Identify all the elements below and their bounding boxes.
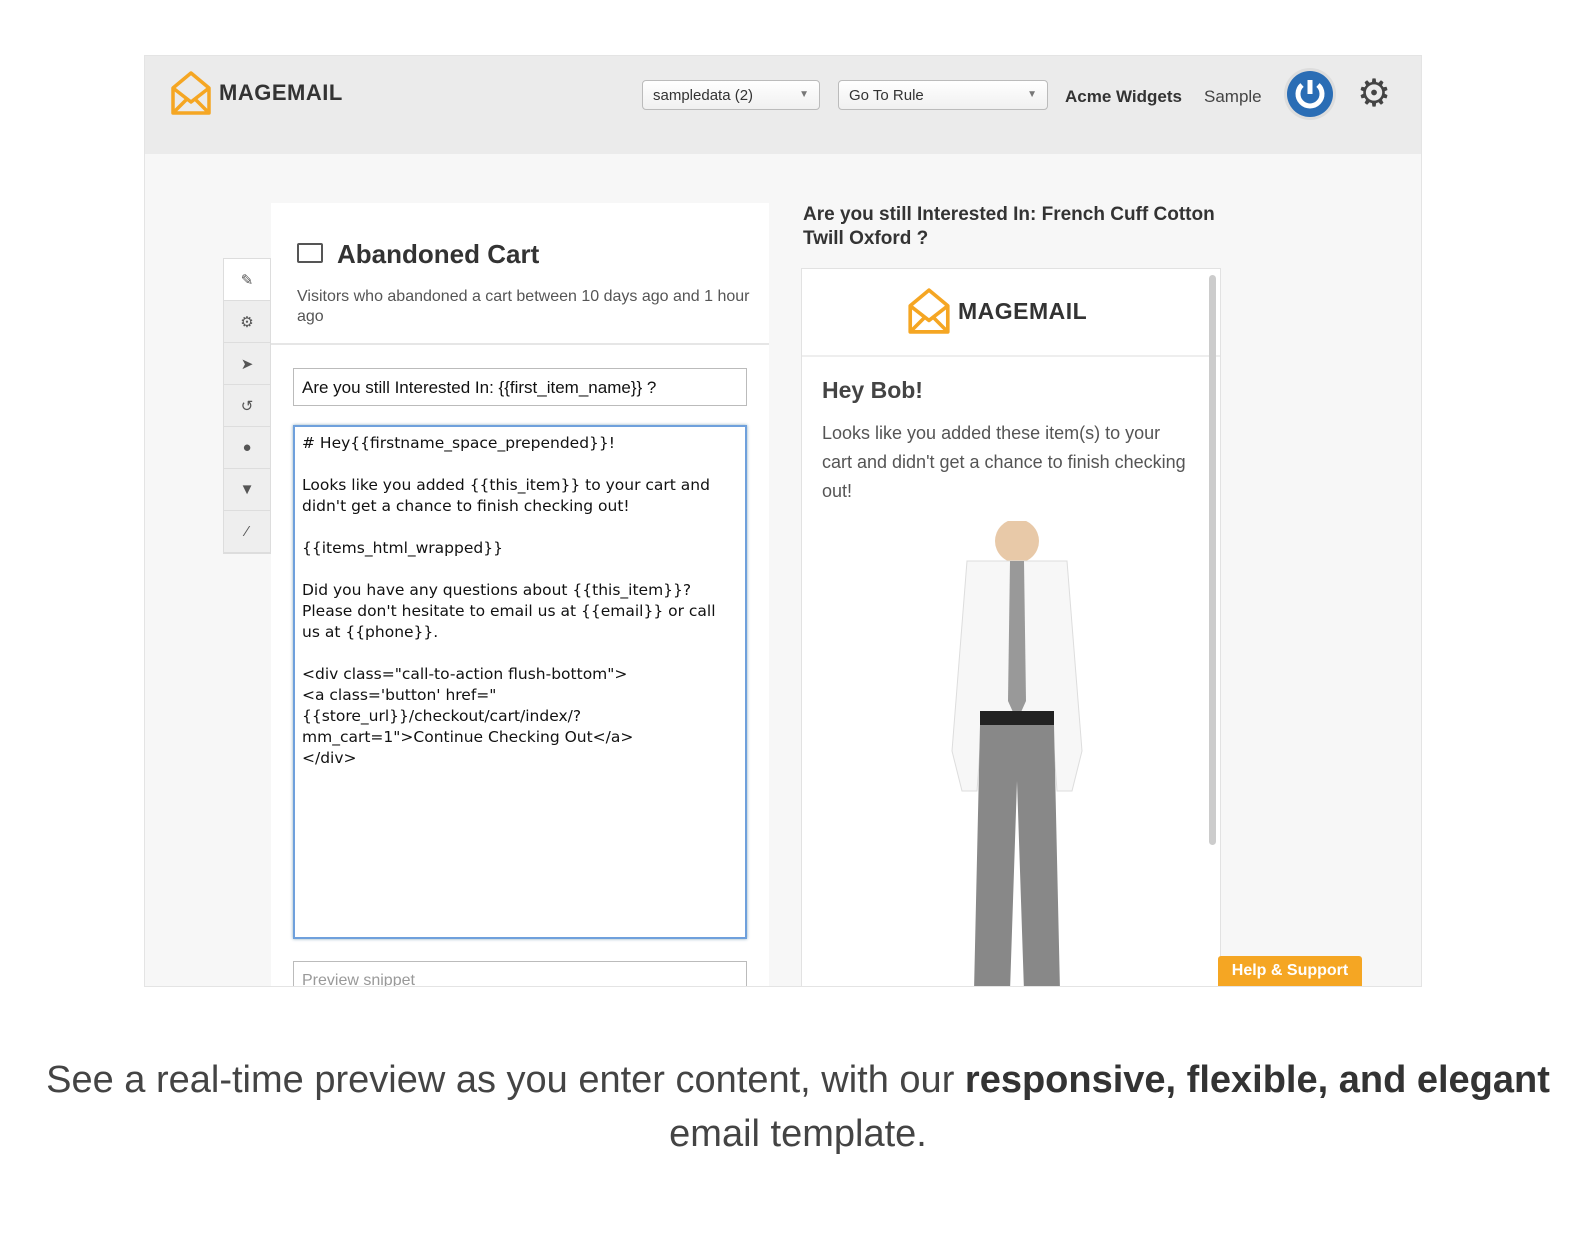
filter-icon[interactable]: ▼ — [224, 469, 270, 511]
email-preview: MAGEMAIL Hey Bob! Looks like you added t… — [801, 268, 1221, 986]
editor-card: Abandoned Cart Visitors who abandoned a … — [271, 203, 769, 986]
preview-snippet-input[interactable]: Preview snippet — [293, 961, 747, 986]
history-icon[interactable]: ↺ — [224, 385, 270, 427]
preview-subject: Are you still Interested In: French Cuff… — [803, 204, 1215, 249]
envelope-logo-icon — [908, 288, 950, 334]
chevron-down-icon: ▼ — [1027, 89, 1037, 100]
help-support-button[interactable]: Help & Support — [1218, 956, 1362, 986]
product-image — [951, 521, 1083, 986]
magemail-logo[interactable]: MAGEMAIL — [169, 70, 343, 116]
email-body-textarea[interactable]: # Hey{{firstname_space_prepended}}! Look… — [293, 425, 747, 939]
preview-header: Are you still Interested In: French Cuff… — [801, 203, 1221, 251]
page-title: Abandoned Cart — [337, 239, 540, 269]
gear-icon[interactable]: ⚙ — [224, 301, 270, 343]
rule-description: Visitors who abandoned a cart between 10… — [297, 288, 750, 325]
store-name-link[interactable]: Acme Widgets — [1065, 87, 1182, 107]
envelope-logo-icon — [171, 71, 211, 115]
go-to-rule-select[interactable]: Go To Rule ▼ — [838, 80, 1048, 110]
store-select[interactable]: sampledata (2) ▼ — [642, 80, 820, 110]
envelope-icon — [297, 243, 323, 263]
subject-input[interactable]: Are you still Interested In: {{first_ite… — [293, 368, 747, 406]
divider — [271, 343, 769, 345]
editor-sidebar: ✎ ⚙ ➤ ↺ ● ▼ ⁄ — [223, 258, 271, 554]
gear-icon[interactable]: ⚙ — [1357, 74, 1391, 114]
edit-icon[interactable]: ✎ — [224, 259, 270, 301]
caption: See a real-time preview as you enter con… — [46, 1059, 1550, 1155]
magic-wand-icon[interactable]: ⁄ — [224, 511, 270, 553]
chevron-down-icon: ▼ — [799, 89, 809, 100]
send-icon[interactable]: ➤ — [224, 343, 270, 385]
preview-text: Looks like you added these item(s) to yo… — [822, 423, 1186, 501]
preview-greeting: Hey Bob! — [822, 377, 923, 403]
app-screenshot: MAGEMAIL sampledata (2) ▼ Go To Rule ▼ Acm… — [144, 55, 1422, 987]
power-icon[interactable] — [1283, 67, 1337, 121]
user-link[interactable]: Sample — [1204, 87, 1262, 107]
user-icon[interactable]: ● — [224, 427, 270, 469]
preview-scrollbar[interactable] — [1209, 275, 1216, 845]
top-header: MAGEMAIL sampledata (2) ▼ Go To Rule ▼ Acm… — [145, 56, 1421, 154]
preview-logo: MAGEMAIL — [906, 287, 1087, 335]
